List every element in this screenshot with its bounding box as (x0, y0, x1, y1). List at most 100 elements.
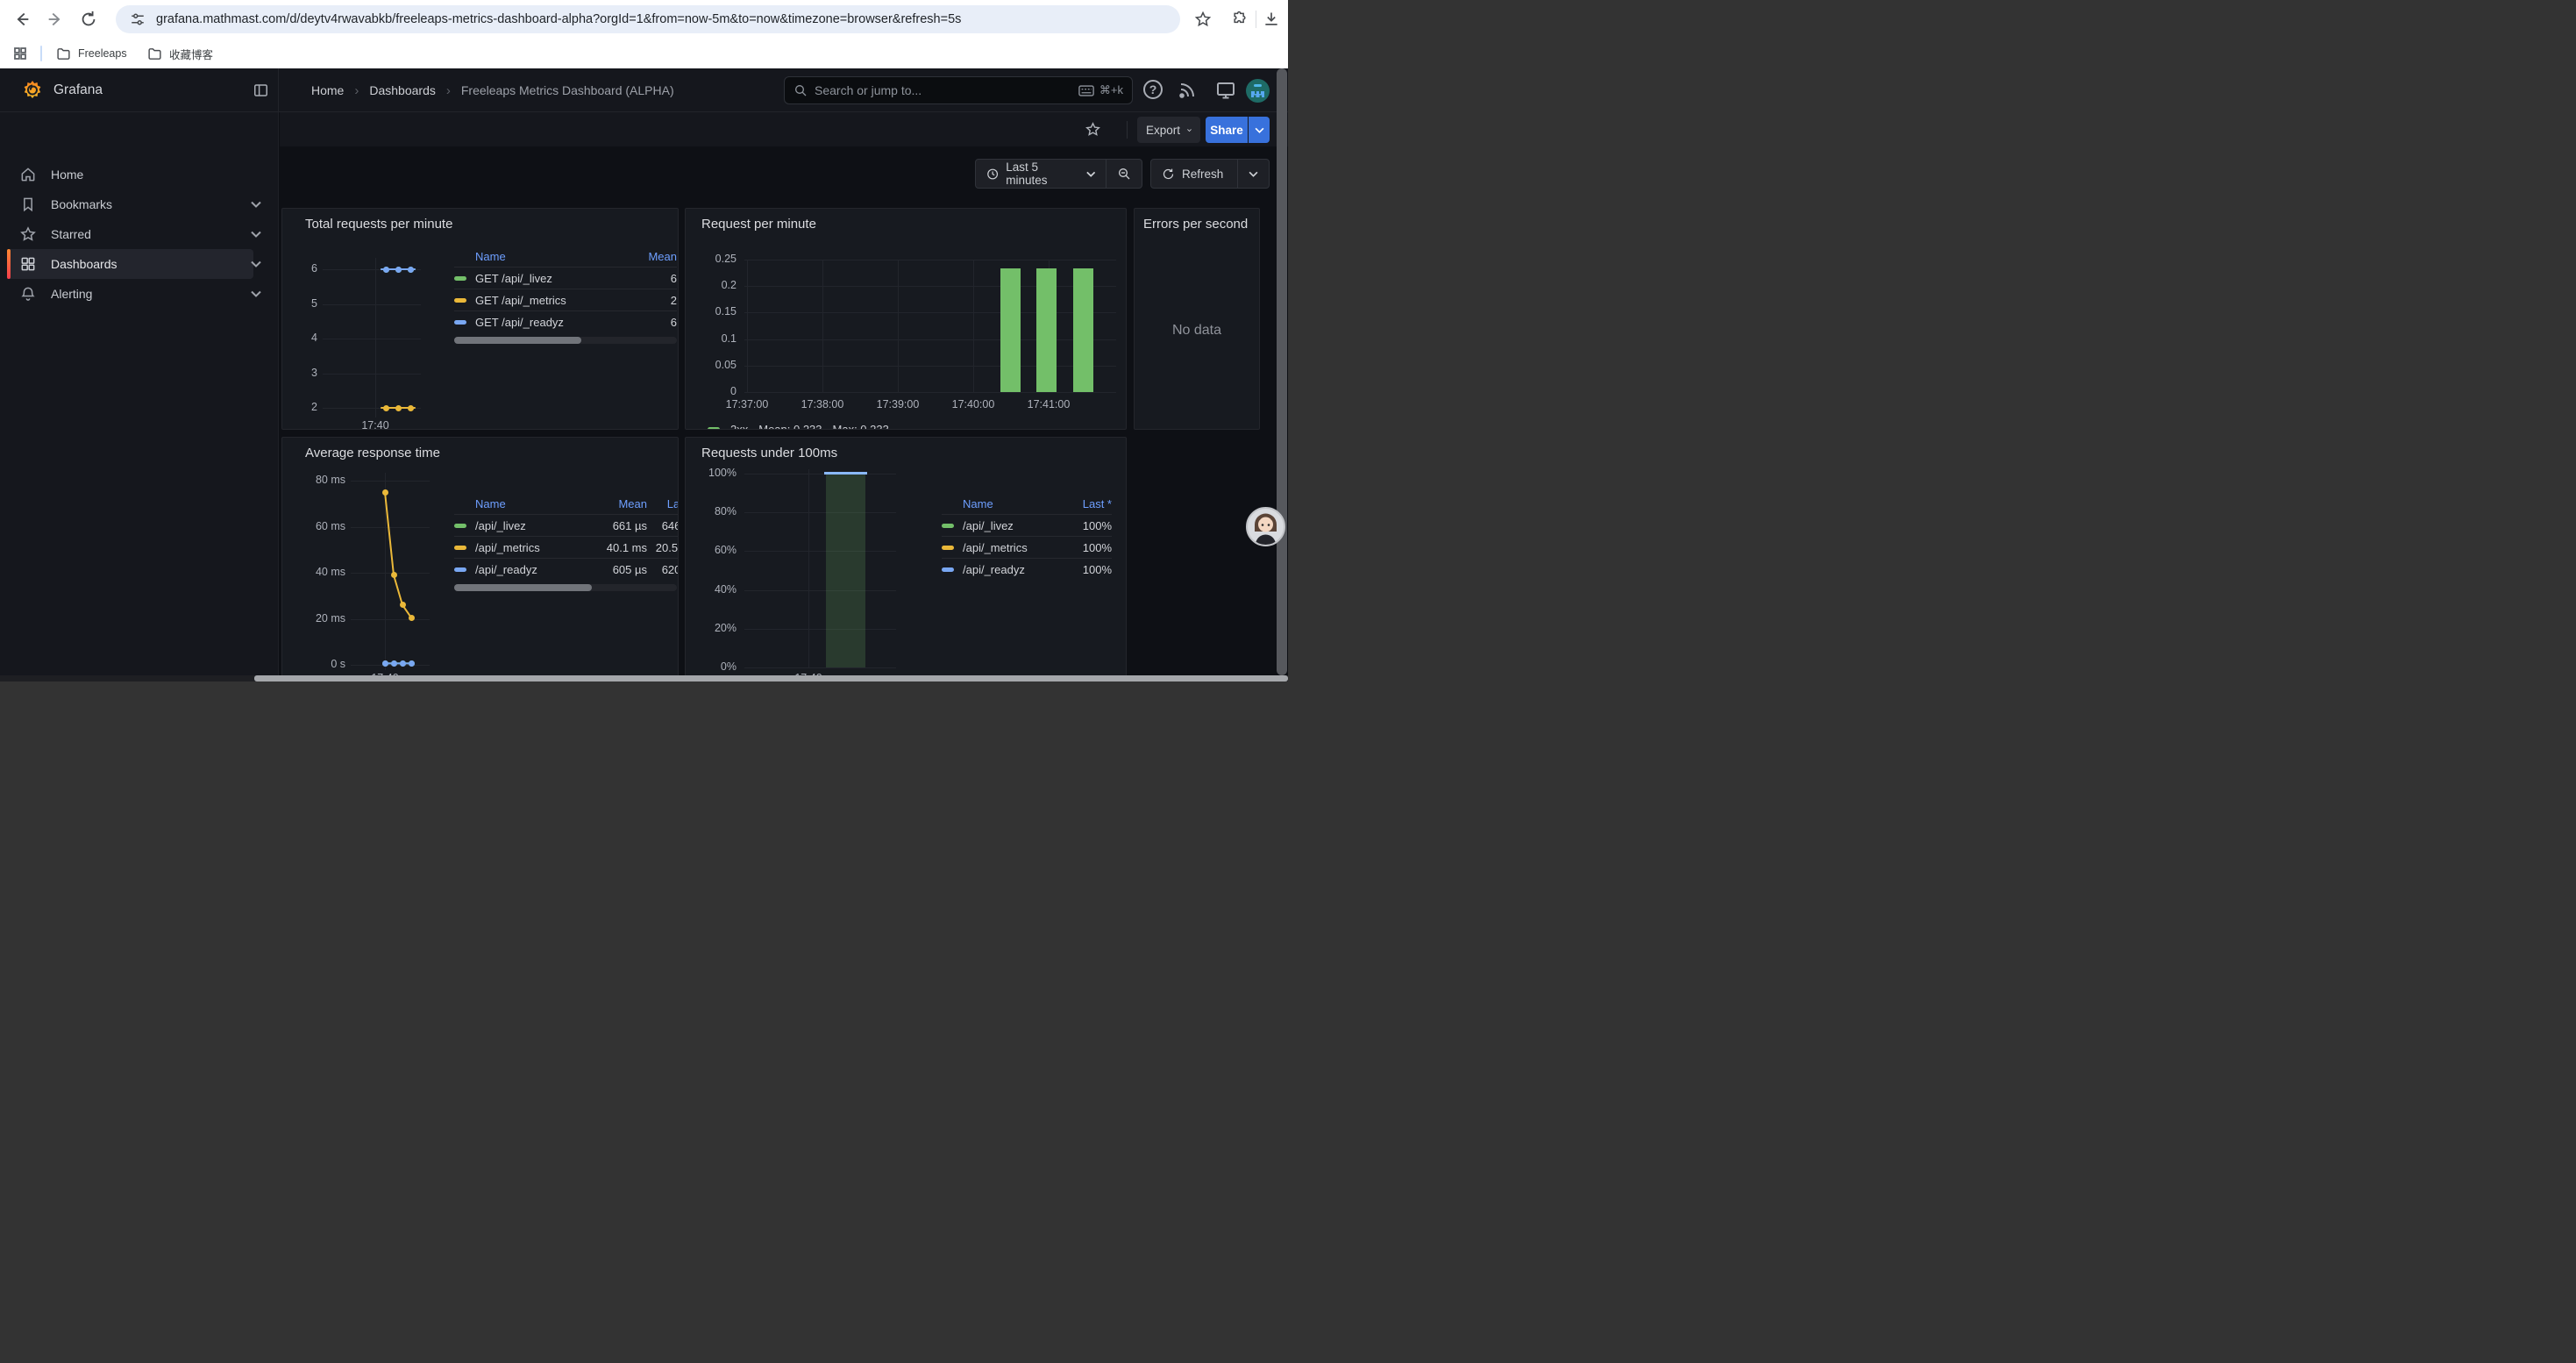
data-point (391, 660, 397, 667)
refresh-button[interactable]: Refresh (1151, 160, 1237, 188)
gridline-vertical (822, 260, 823, 392)
floating-assistant-avatar[interactable] (1246, 507, 1285, 546)
chart-requests-under-100ms: 100%80%60%40%20%0%17:40NameLast */api/_l… (686, 438, 1126, 682)
gridline-horizontal (351, 619, 430, 620)
legend-swatch (454, 276, 466, 281)
screen: grafana.mathmast.com/d/deytv4rwavabkb/fr… (0, 0, 1288, 682)
user-avatar[interactable] (1246, 79, 1270, 103)
chevron-down-icon[interactable] (251, 201, 261, 208)
y-tick-label: 0.05 (686, 359, 737, 371)
legend-series-name[interactable]: GET /api/_livez (475, 272, 624, 285)
legend-series-name[interactable]: /api/_readyz (475, 563, 582, 576)
address-bar[interactable]: grafana.mathmast.com/d/deytv4rwavabkb/fr… (116, 5, 1180, 33)
reload-icon[interactable] (79, 10, 98, 29)
sidebar-item-bookmarks[interactable]: Bookmarks (7, 189, 253, 219)
bookmarks-bar: Freeleaps 收藏博客 (0, 39, 1288, 68)
legend-column-header: Mean (582, 497, 647, 510)
favorite-star-icon[interactable] (1085, 121, 1101, 138)
breadcrumb-separator: › (354, 83, 359, 98)
share-label: Share (1210, 124, 1243, 137)
share-button[interactable]: Share (1206, 117, 1248, 143)
share-menu-button[interactable] (1249, 117, 1270, 143)
no-data-message: No data (1135, 323, 1259, 339)
sidebar-item-alerting[interactable]: Alerting (7, 279, 253, 309)
y-tick-label: 4 (282, 332, 317, 344)
chevron-down-icon[interactable] (251, 260, 261, 268)
search-input[interactable] (815, 83, 1071, 97)
bookmark-folder-freeleaps[interactable]: Freeleaps (49, 43, 134, 64)
sidebar-toggle-icon[interactable] (253, 82, 269, 98)
back-icon[interactable] (12, 10, 32, 29)
data-point (395, 267, 402, 273)
y-tick-label: 40% (686, 583, 737, 596)
legend-value: 100% (1063, 541, 1112, 554)
panel-total-requests-per-minute: Total requests per minute 6543217:40Name… (281, 208, 679, 430)
folder-icon (147, 46, 162, 61)
legend-header: NameMean (454, 246, 677, 267)
grafana-logo-icon[interactable] (22, 80, 43, 101)
refresh-interval-button[interactable] (1238, 160, 1269, 188)
legend-series-name[interactable]: /api/_readyz (963, 563, 1063, 576)
zoom-out-button[interactable] (1107, 160, 1142, 188)
scrollbar-thumb[interactable] (454, 337, 581, 344)
url-text[interactable]: grafana.mathmast.com/d/deytv4rwavabkb/fr… (156, 12, 961, 26)
horizontal-scrollbar-thumb[interactable] (254, 675, 1288, 682)
panel-requests-under-100ms: Requests under 100ms 100%80%60%40%20%0%1… (685, 437, 1127, 682)
x-tick-label: 17:38:00 (792, 398, 853, 410)
forward-icon[interactable] (46, 10, 65, 29)
legend-column-header: Last * (1063, 497, 1112, 510)
legend-series-name[interactable]: GET /api/_metrics (475, 294, 624, 307)
legend-swatch (454, 567, 466, 572)
breadcrumb-home[interactable]: Home (311, 83, 344, 97)
search-box[interactable]: ⌘+k (784, 76, 1133, 104)
gridline-horizontal (744, 339, 1116, 340)
dashboard-toolbar: Export Share (280, 112, 1288, 146)
chevron-down-icon[interactable] (251, 231, 261, 238)
data-point (408, 267, 414, 273)
legend-scrollbar[interactable] (454, 584, 677, 591)
y-tick-label: 0.15 (686, 305, 737, 318)
gridline-vertical (898, 260, 899, 392)
legend-value: 100% (1063, 519, 1112, 532)
profile-avatar-icon[interactable] (1226, 8, 1249, 31)
y-tick-label: 2 (282, 401, 317, 413)
legend-series-name[interactable]: /api/_metrics (963, 541, 1063, 554)
panel-title[interactable]: Errors per second (1143, 217, 1248, 232)
scrollbar-thumb[interactable] (454, 584, 592, 591)
legend-scrollbar[interactable] (454, 337, 677, 344)
y-tick-label: 60 ms (282, 520, 345, 532)
legend-series-name[interactable]: /api/_livez (963, 519, 1063, 532)
legend-row: /api/_metrics100% (942, 536, 1112, 558)
help-icon[interactable]: ? (1143, 80, 1163, 99)
y-tick-label: 0.25 (686, 253, 737, 265)
site-settings-icon[interactable] (130, 11, 146, 27)
monitor-icon[interactable] (1215, 80, 1236, 101)
chevron-down-icon[interactable] (251, 290, 261, 297)
legend-series-name[interactable]: 2xx (730, 423, 748, 430)
bookmark-star-icon[interactable] (1194, 11, 1212, 28)
sidebar-item-dashboards[interactable]: Dashboards (7, 249, 253, 279)
legend-table: NameLast */api/_livez100%/api/_metrics10… (942, 493, 1112, 580)
export-button[interactable]: Export (1137, 117, 1200, 143)
gridline-horizontal (744, 286, 1116, 287)
legend-column-header: Mean (624, 250, 677, 263)
sidebar-item-starred[interactable]: Starred (7, 219, 253, 249)
data-point (383, 267, 389, 273)
news-rss-icon[interactable] (1177, 80, 1198, 101)
gridline-horizontal (744, 512, 896, 513)
sidebar-item-home[interactable]: Home (7, 160, 253, 189)
search-shortcut: ⌘+k (1078, 83, 1123, 97)
legend-column-header: Name (475, 250, 624, 263)
legend-series-name[interactable]: GET /api/_readyz (475, 316, 624, 329)
folder-icon (56, 46, 71, 61)
bookmark-folder-blogs[interactable]: 收藏博客 (140, 43, 220, 64)
legend-series-name[interactable]: /api/_livez (475, 519, 582, 532)
breadcrumb-dashboards[interactable]: Dashboards (369, 83, 436, 97)
toolbar-divider (1127, 121, 1128, 139)
y-tick-label: 5 (282, 297, 317, 310)
apps-grid-icon[interactable] (12, 46, 28, 61)
download-icon[interactable] (1263, 11, 1280, 28)
time-range-picker[interactable]: Last 5 minutes (976, 160, 1106, 188)
legend-series-name[interactable]: /api/_metrics (475, 541, 582, 554)
vertical-scrollbar[interactable] (1277, 68, 1287, 675)
